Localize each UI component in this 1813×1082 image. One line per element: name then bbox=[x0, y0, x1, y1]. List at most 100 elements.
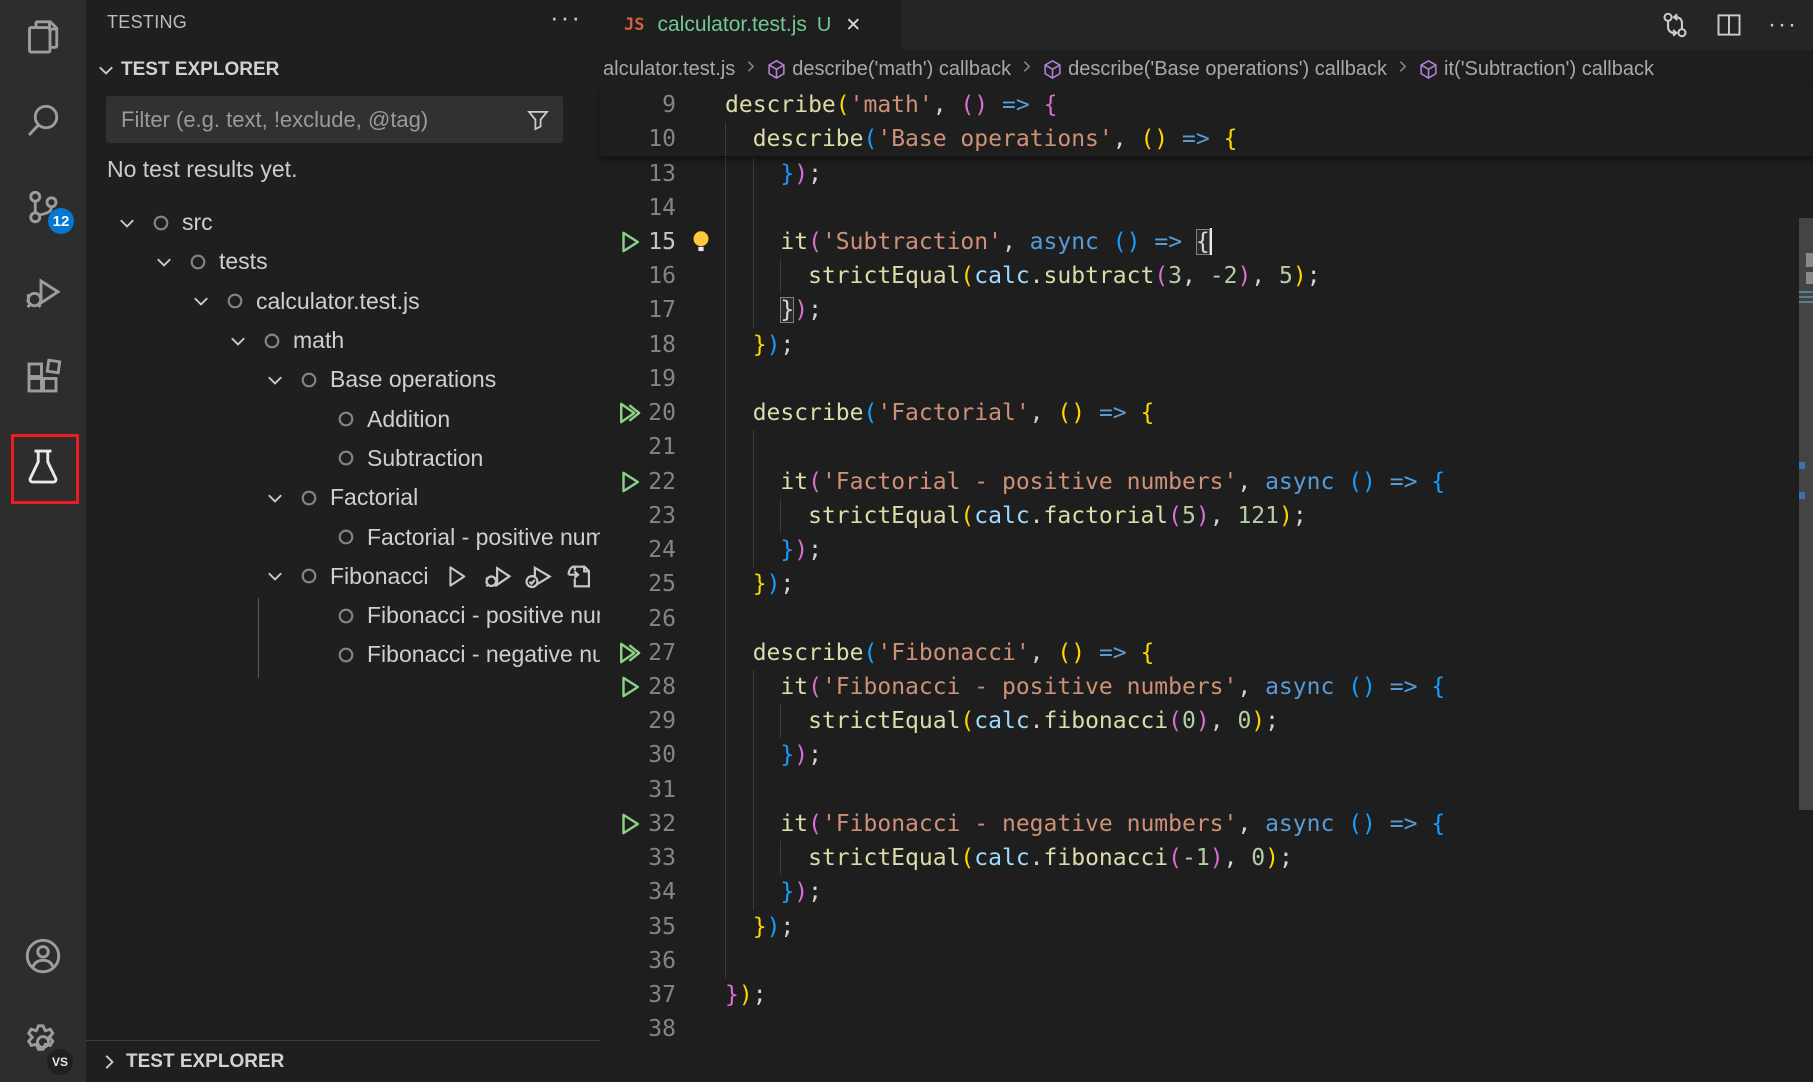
open-changes-icon[interactable] bbox=[1659, 9, 1691, 41]
code-line-29[interactable]: 29 strictEqual(calc.fibonacci(0), 0); bbox=[600, 704, 1813, 738]
code-line-27[interactable]: 27 describe('Fibonacci', () => { bbox=[600, 636, 1813, 670]
test-circle-icon bbox=[263, 332, 281, 350]
chevron-down-icon[interactable] bbox=[145, 247, 182, 277]
run-with-coverage-button[interactable] bbox=[523, 561, 553, 591]
activity-run-debug-button[interactable] bbox=[0, 255, 86, 329]
tree-item-factorial[interactable]: Factorial bbox=[86, 478, 600, 517]
code-line-20[interactable]: 20 describe('Factorial', () => { bbox=[600, 396, 1813, 430]
test-explorer-collapsed-section[interactable]: TEST EXPLORER bbox=[86, 1040, 600, 1082]
code-line-25[interactable]: 25 }); bbox=[600, 567, 1813, 601]
chevron-down-icon[interactable] bbox=[256, 365, 293, 395]
activity-accounts-button[interactable] bbox=[0, 919, 86, 993]
close-icon[interactable]: ✕ bbox=[845, 14, 861, 37]
test-filter-input[interactable] bbox=[106, 107, 525, 133]
chevron-down-icon bbox=[264, 565, 286, 587]
go-to-test-button[interactable] bbox=[564, 561, 594, 591]
code-line-18[interactable]: 18 }); bbox=[600, 328, 1813, 362]
line-number: 26 bbox=[600, 602, 676, 636]
tree-item-addition[interactable]: Addition bbox=[86, 399, 600, 438]
chevron-down-icon[interactable] bbox=[219, 326, 256, 356]
activity-source-control-button[interactable]: 12 bbox=[0, 170, 86, 244]
code-line-19[interactable]: 19 bbox=[600, 362, 1813, 396]
more-actions-icon[interactable]: ··· bbox=[1767, 9, 1799, 41]
more-actions-icon[interactable]: ··· bbox=[550, 2, 582, 33]
code-line-34[interactable]: 34 }); bbox=[600, 875, 1813, 909]
code-line-9[interactable]: 9describe('math', () => { bbox=[600, 88, 1813, 122]
tree-item-math[interactable]: math bbox=[86, 321, 600, 360]
test-filter-box bbox=[106, 96, 563, 143]
line-number: 20 bbox=[600, 396, 676, 430]
tree-item-fibonacci[interactable]: Fibonacci bbox=[86, 557, 600, 596]
no-test-results-message: No test results yet. bbox=[107, 156, 297, 183]
breadcrumb-item[interactable]: describe('math') callback bbox=[766, 58, 1011, 81]
code-line-15[interactable]: 15 it('Subtraction', async () => { bbox=[600, 225, 1813, 259]
code-line-16[interactable]: 16 strictEqual(calc.subtract(3, -2), 5); bbox=[600, 259, 1813, 293]
tree-item-calculator-test-js[interactable]: calculator.test.js bbox=[86, 282, 600, 321]
code-line-10[interactable]: 10 describe('Base operations', () => { bbox=[600, 122, 1813, 156]
testing-red-highlight-box bbox=[11, 434, 79, 504]
chevron-down-icon[interactable] bbox=[108, 208, 145, 238]
tree-item-fibonacci-positive-numbers[interactable]: Fibonacci - positive numbers bbox=[86, 596, 600, 635]
scrollbar-thumb[interactable] bbox=[1799, 218, 1813, 810]
symbol-method-icon bbox=[766, 59, 787, 80]
activity-explorer-button[interactable] bbox=[0, 0, 86, 74]
breadcrumb-item[interactable]: alculator.test.js bbox=[603, 58, 735, 81]
chevron-down-icon[interactable] bbox=[256, 561, 293, 591]
activity-extensions-button[interactable] bbox=[0, 340, 86, 414]
code-line-37[interactable]: 37}); bbox=[600, 978, 1813, 1012]
overview-ruler-mark bbox=[1806, 253, 1813, 267]
code-line-31[interactable]: 31 bbox=[600, 773, 1813, 807]
sticky-scroll: 9describe('math', () => {10 describe('Ba… bbox=[600, 88, 1813, 156]
test-explorer-section-header[interactable]: TEST EXPLORER bbox=[86, 52, 600, 88]
code-line-24[interactable]: 24 }); bbox=[600, 533, 1813, 567]
tree-item-tests[interactable]: tests bbox=[86, 242, 600, 281]
code-line-33[interactable]: 33 strictEqual(calc.fibonacci(-1), 0); bbox=[600, 841, 1813, 875]
code-text: strictEqual(calc.subtract(3, -2), 5); bbox=[725, 259, 1813, 293]
activity-search-button[interactable] bbox=[0, 84, 86, 158]
chevron-down-icon[interactable] bbox=[256, 483, 293, 513]
code-line-14[interactable]: 14 bbox=[600, 191, 1813, 225]
chevron-spacer bbox=[293, 601, 330, 631]
code-line-23[interactable]: 23 strictEqual(calc.factorial(5), 121); bbox=[600, 499, 1813, 533]
run-test-button[interactable] bbox=[441, 561, 471, 591]
editor-actions: ··· bbox=[1659, 0, 1799, 50]
javascript-file-icon: JS bbox=[624, 15, 644, 35]
test-circle-icon bbox=[337, 607, 355, 625]
tree-item-src[interactable]: src bbox=[86, 203, 600, 242]
code-line-38[interactable]: 38 bbox=[600, 1012, 1813, 1046]
debug-test-button[interactable] bbox=[482, 561, 512, 591]
tree-item-label: Factorial bbox=[330, 484, 418, 511]
code-text bbox=[725, 944, 1813, 978]
activity-settings-button[interactable]: VS bbox=[0, 1005, 86, 1079]
tree-item-subtraction[interactable]: Subtraction bbox=[86, 439, 600, 478]
test-state-icon bbox=[182, 247, 214, 277]
breadcrumbs: alculator.test.js describe('math') callba… bbox=[600, 50, 1813, 88]
test-circle-icon bbox=[300, 567, 318, 585]
tree-item-base-operations[interactable]: Base operations bbox=[86, 360, 600, 399]
code-line-30[interactable]: 30 }); bbox=[600, 738, 1813, 772]
code-line-35[interactable]: 35 }); bbox=[600, 910, 1813, 944]
code-line-36[interactable]: 36 bbox=[600, 944, 1813, 978]
breadcrumb-separator bbox=[742, 58, 759, 81]
code-line-17[interactable]: 17 }); bbox=[600, 293, 1813, 327]
code-line-26[interactable]: 26 bbox=[600, 602, 1813, 636]
code-line-21[interactable]: 21 bbox=[600, 430, 1813, 464]
code-line-13[interactable]: 13 }); bbox=[600, 157, 1813, 191]
split-editor-icon[interactable] bbox=[1713, 9, 1745, 41]
symbol-method-icon bbox=[1042, 59, 1063, 80]
lightbulb-icon[interactable] bbox=[688, 228, 716, 256]
code-line-22[interactable]: 22 it('Factorial - positive numbers', as… bbox=[600, 465, 1813, 499]
code-line-28[interactable]: 28 it('Fibonacci - positive numbers', as… bbox=[600, 670, 1813, 704]
test-state-icon bbox=[293, 561, 325, 591]
tree-item-fibonacci-negative-numbers[interactable]: Fibonacci - negative numbers bbox=[86, 635, 600, 674]
code-text: }); bbox=[725, 533, 1813, 567]
tree-item-label: Fibonacci bbox=[330, 563, 428, 590]
breadcrumb-item[interactable]: describe('Base operations') callback bbox=[1042, 58, 1387, 81]
breadcrumb-item[interactable]: it('Subtraction') callback bbox=[1418, 58, 1654, 81]
code-line-32[interactable]: 32 it('Fibonacci - negative numbers', as… bbox=[600, 807, 1813, 841]
chevron-down-icon[interactable] bbox=[182, 286, 219, 316]
tab-calculator-test-js[interactable]: JS calculator.test.js U ✕ bbox=[600, 0, 902, 50]
filter-icon[interactable] bbox=[525, 107, 551, 133]
tree-item-factorial-positive-numbers[interactable]: Factorial - positive numbers bbox=[86, 517, 600, 556]
source-control-badge: 12 bbox=[48, 208, 74, 234]
